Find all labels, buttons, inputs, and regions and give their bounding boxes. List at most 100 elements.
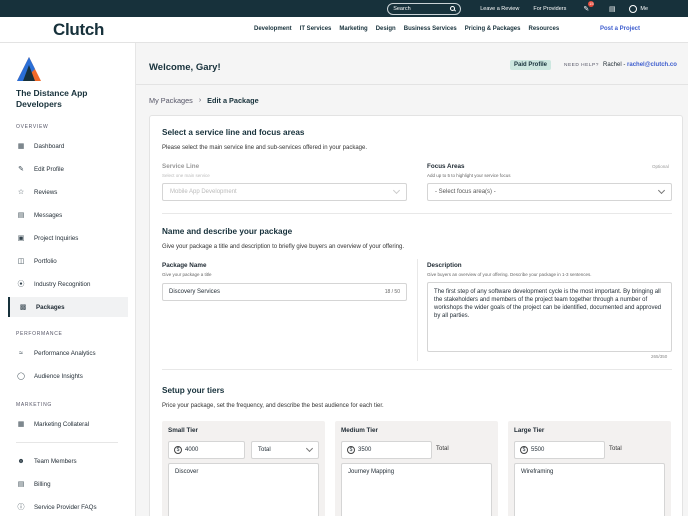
sidebar-divider bbox=[16, 442, 118, 443]
frequency-select[interactable]: Total bbox=[251, 441, 319, 459]
messages-icon[interactable]: ▤ bbox=[606, 4, 618, 14]
tier-description-textarea[interactable]: Discover bbox=[168, 463, 319, 516]
nav-link-business-services[interactable]: Business Services bbox=[404, 26, 457, 32]
sidebar-item-billing[interactable]: ▤ Billing bbox=[8, 474, 128, 494]
nav-link-pricing-packages[interactable]: Pricing & Packages bbox=[465, 26, 521, 32]
dollar-icon: $ bbox=[520, 446, 528, 454]
account-manager: Rachel - rachel@clutch.co bbox=[603, 62, 677, 68]
sidebar-item-label: Dashboard bbox=[34, 142, 65, 150]
tiers-section-title: Setup your tiers bbox=[162, 386, 225, 395]
tier-price-value: 5500 bbox=[531, 447, 545, 453]
paid-profile-badge: Paid Profile bbox=[510, 60, 552, 70]
sidebar-item-label: Performance Analytics bbox=[34, 349, 96, 357]
focus-areas-hint: Add up to 5 to highlight your service fo… bbox=[427, 173, 511, 178]
nav-link-marketing[interactable]: Marketing bbox=[339, 26, 367, 32]
post-project-link[interactable]: Post a Project bbox=[600, 26, 640, 32]
tier-description-textarea[interactable]: Journey Mapping bbox=[341, 463, 492, 516]
help-icon: ⓘ bbox=[17, 504, 25, 511]
sidebar-item-service-provider-faqs[interactable]: ⓘ Service Provider FAQs bbox=[8, 497, 128, 516]
tier-card-small-tier: Small Tier $4000 Total Discover bbox=[162, 421, 325, 516]
sidebar-item-label: Portfolio bbox=[34, 257, 57, 265]
sidebar-item-label: Reviews bbox=[34, 188, 58, 196]
tier-card-large-tier: Large Tier $5500 Total Wireframing bbox=[508, 421, 671, 516]
top-utility-bar: Search Leave a Review For Providers ✎ 15 … bbox=[0, 0, 688, 17]
briefcase-icon: ◫ bbox=[17, 258, 25, 265]
sidebar-item-industry-recognition[interactable]: ⦿ Industry Recognition bbox=[8, 274, 128, 294]
collateral-icon: ▦ bbox=[17, 421, 25, 428]
logo-text: Clutch bbox=[53, 20, 105, 39]
search-icon[interactable] bbox=[450, 6, 456, 11]
service-line-label: Service Line bbox=[162, 163, 200, 170]
sidebar: The Distance App Developers OVERVIEW ▦ Da… bbox=[0, 43, 136, 516]
leave-review-link[interactable]: Leave a Review bbox=[480, 6, 519, 12]
sidebar-item-marketing-collateral[interactable]: ▦ Marketing Collateral bbox=[8, 414, 128, 434]
package-name-hint: Give your package a title bbox=[162, 272, 212, 277]
edit-profile-icon: ✎ bbox=[18, 166, 24, 173]
sidebar-item-label: Project Inquiries bbox=[34, 234, 79, 242]
account-menu[interactable]: Me bbox=[629, 4, 648, 13]
nav-link-resources[interactable]: Resources bbox=[528, 26, 559, 32]
description-textarea[interactable]: The first step of any software developme… bbox=[427, 282, 672, 352]
star-icon: ☆ bbox=[17, 189, 25, 196]
sidebar-item-label: Edit Profile bbox=[34, 165, 64, 173]
sidebar-item-portfolio[interactable]: ◫ Portfolio bbox=[8, 251, 128, 271]
message-icon: ▤ bbox=[17, 212, 25, 219]
chevron-down-icon bbox=[392, 186, 401, 195]
service-line-select[interactable]: Mobile App Development bbox=[162, 183, 407, 201]
frequency-value: Total bbox=[258, 447, 271, 453]
describe-section-desc: Give your package a title and descriptio… bbox=[162, 244, 405, 250]
sidebar-item-performance-analytics[interactable]: ≈ Performance Analytics bbox=[8, 343, 128, 363]
performance-section-label: PERFORMANCE bbox=[16, 331, 63, 337]
sidebar-item-project-inquiries[interactable]: ▣ Project Inquiries bbox=[8, 228, 128, 248]
breadcrumb-chevron-icon: › bbox=[198, 97, 202, 104]
top-search-input[interactable]: Search bbox=[387, 2, 462, 15]
notification-count-badge: 15 bbox=[588, 0, 595, 7]
column-divider bbox=[417, 259, 418, 361]
service-section-desc: Please select the main service line and … bbox=[162, 145, 367, 151]
focus-areas-optional: Optional bbox=[652, 164, 669, 169]
edit-package-card: Select a service line and focus areas Pl… bbox=[149, 115, 683, 516]
clutch-logo[interactable]: Clutch bbox=[53, 20, 104, 40]
sidebar-item-edit-profile[interactable]: ✎ Edit Profile bbox=[8, 159, 128, 179]
analytics-icon: ≈ bbox=[19, 349, 23, 357]
nav-links: Development IT Services Marketing Design Bus… bbox=[254, 26, 567, 32]
focus-areas-select[interactable]: - Select focus area(s) - bbox=[427, 183, 672, 201]
sidebar-item-dashboard[interactable]: ▦ Dashboard bbox=[8, 136, 128, 156]
tier-description-textarea[interactable]: Wireframing bbox=[514, 463, 665, 516]
package-name-counter: 18 / 50 bbox=[384, 289, 400, 295]
sidebar-item-audience-insights[interactable]: ◯ Audience Insights bbox=[8, 366, 128, 386]
tier-price-input[interactable]: $5500 bbox=[514, 441, 605, 459]
breadcrumb-my-packages[interactable]: My Packages bbox=[149, 96, 193, 105]
tier-price-input[interactable]: $3500 bbox=[341, 441, 432, 459]
for-providers-link[interactable]: For Providers bbox=[533, 6, 566, 12]
tier-price-input[interactable]: $4000 bbox=[168, 441, 245, 459]
overview-section-label: OVERVIEW bbox=[16, 124, 49, 130]
sidebar-item-label: Packages bbox=[36, 303, 65, 311]
marketing-section-label: MARKETING bbox=[16, 402, 53, 408]
sidebar-item-team-members[interactable]: ☻ Team Members bbox=[8, 451, 128, 471]
sidebar-item-packages[interactable]: ▩ Packages bbox=[8, 297, 128, 317]
breadcrumb: My Packages › Edit a Package bbox=[149, 96, 259, 105]
nav-link-design[interactable]: Design bbox=[376, 26, 396, 32]
nav-link-development[interactable]: Development bbox=[254, 26, 292, 32]
breadcrumb-current: Edit a Package bbox=[207, 96, 259, 105]
company-name: The Distance App Developers bbox=[16, 88, 88, 109]
dollar-icon: $ bbox=[174, 446, 182, 454]
sidebar-item-reviews[interactable]: ☆ Reviews bbox=[8, 182, 128, 202]
notifications-icon[interactable]: ✎ 15 bbox=[580, 0, 595, 14]
nav-link-it-services[interactable]: IT Services bbox=[300, 26, 332, 32]
welcome-heading: Welcome, Gary! bbox=[149, 62, 221, 73]
focus-areas-label: Focus Areas bbox=[427, 163, 465, 170]
description-label: Description bbox=[427, 262, 462, 269]
account-manager-email-link[interactable]: rachel@clutch.co bbox=[627, 62, 677, 68]
description-counter: 265/350 bbox=[651, 354, 668, 359]
header-divider bbox=[136, 84, 688, 85]
section-divider bbox=[162, 213, 672, 214]
sidebar-item-label: Team Members bbox=[34, 457, 77, 465]
package-name-label: Package Name bbox=[162, 262, 207, 269]
sidebar-item-label: Billing bbox=[34, 480, 51, 488]
description-hint: Give buyers an overview of your offering… bbox=[427, 272, 592, 277]
package-name-input[interactable]: Discovery Services 18 / 50 bbox=[162, 283, 407, 301]
lightbulb-icon: ◯ bbox=[17, 373, 25, 380]
sidebar-item-messages[interactable]: ▤ Messages bbox=[8, 205, 128, 225]
